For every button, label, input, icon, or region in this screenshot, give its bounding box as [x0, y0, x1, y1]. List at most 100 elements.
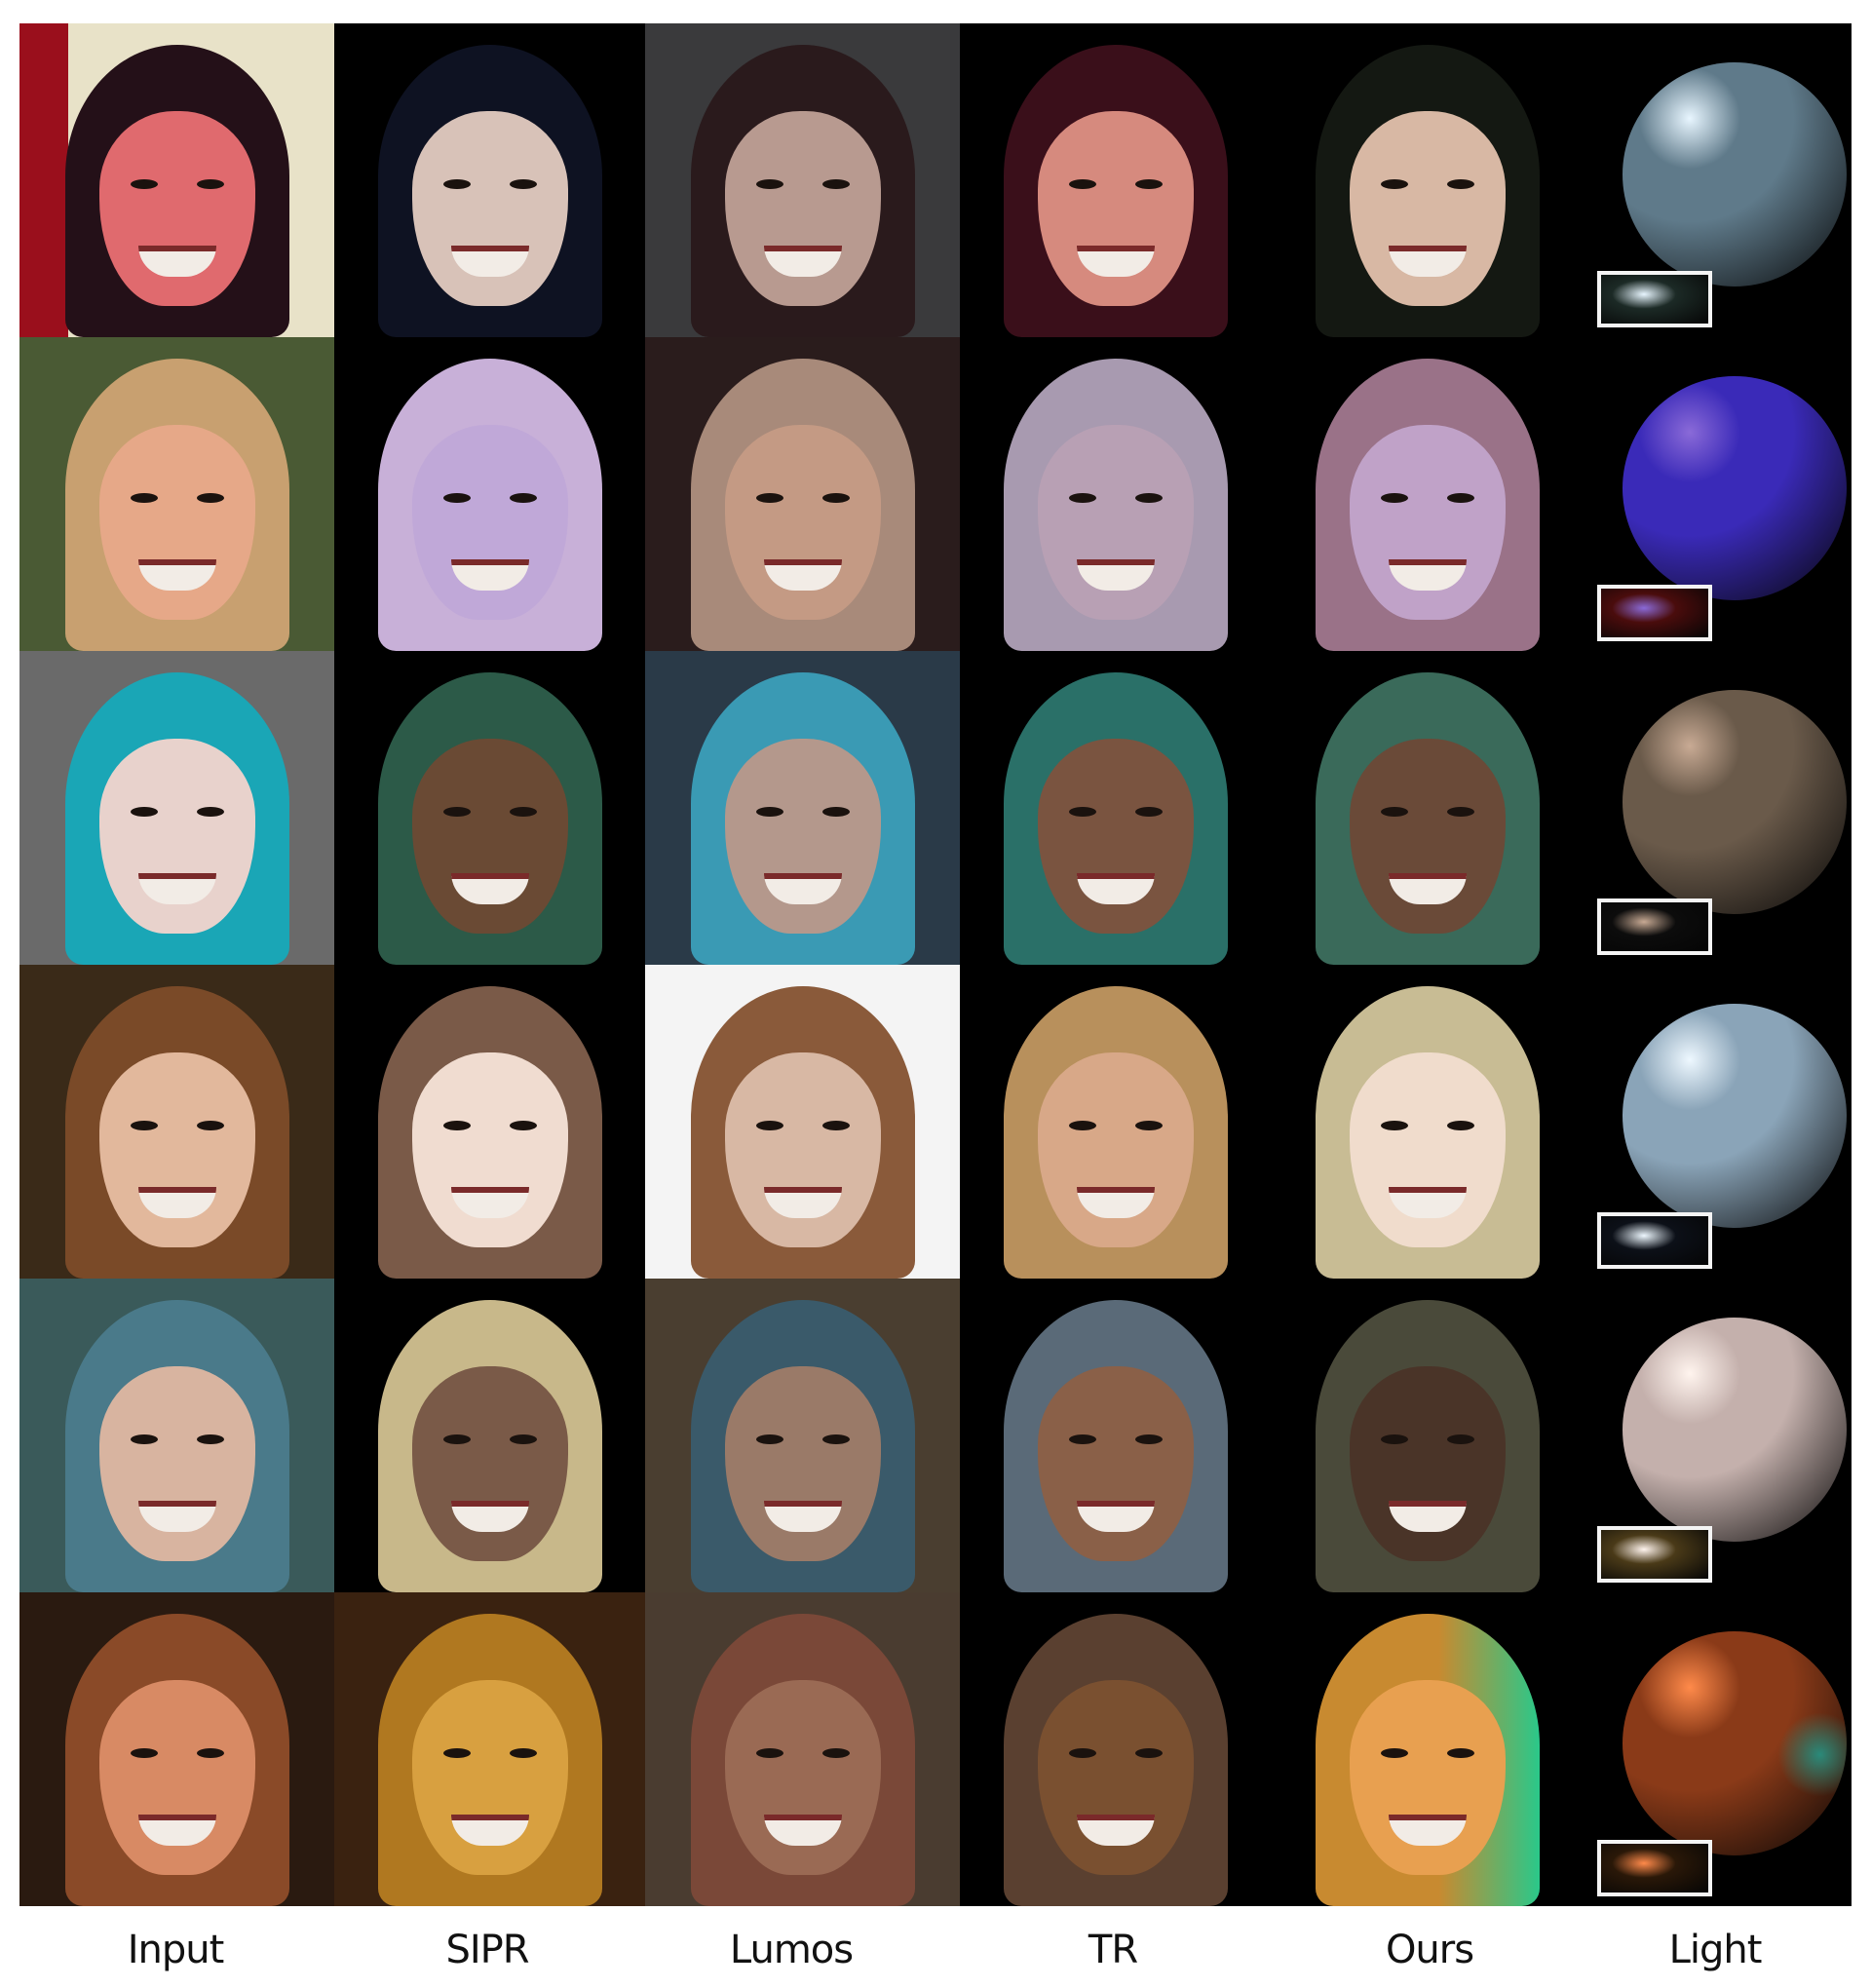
portrait-sipr-row-2: [334, 337, 645, 651]
lighting-sphere: [1623, 376, 1847, 600]
portrait-sipr-row-1: [334, 23, 645, 337]
portrait-tr-row-4: [960, 965, 1272, 1279]
face: [1038, 111, 1194, 306]
face: [1350, 1680, 1506, 1875]
face: [724, 1680, 881, 1875]
right-eye: [821, 1121, 850, 1130]
left-eye: [755, 807, 783, 817]
right-eye: [1135, 1748, 1163, 1758]
right-eye: [1447, 1434, 1474, 1444]
column-label-tr: TR: [1088, 1928, 1138, 1972]
column-label-sipr: SIPR: [445, 1928, 529, 1972]
light-probe-row-2: [1584, 337, 1852, 651]
left-eye: [130, 1434, 158, 1444]
left-eye: [1381, 1434, 1408, 1444]
face: [1038, 425, 1194, 620]
portrait-lumos-row-1: [645, 23, 960, 337]
portrait-sipr-row-5: [334, 1279, 645, 1592]
right-eye: [196, 179, 224, 189]
left-eye: [1381, 1748, 1408, 1758]
face: [1038, 1680, 1194, 1875]
figure-grid: [19, 23, 1852, 1906]
environment-map-inset: [1597, 1840, 1712, 1896]
portrait-ours-row-2: [1272, 337, 1584, 651]
right-eye: [821, 493, 850, 503]
column-label-ours: Ours: [1385, 1928, 1474, 1972]
face: [98, 1680, 255, 1875]
right-eye: [1135, 807, 1163, 817]
left-eye: [442, 1748, 471, 1758]
left-eye: [755, 179, 783, 189]
face: [411, 739, 568, 934]
right-eye: [1135, 493, 1163, 503]
portrait-tr-row-6: [960, 1592, 1272, 1906]
face: [724, 425, 881, 620]
background-accent: [19, 23, 68, 337]
face: [411, 111, 568, 306]
light-probe-row-3: [1584, 651, 1852, 965]
portrait-input-row-2: [19, 337, 334, 651]
face: [411, 1680, 568, 1875]
right-eye: [1447, 179, 1474, 189]
left-eye: [442, 807, 471, 817]
portrait-tr-row-2: [960, 337, 1272, 651]
left-eye: [755, 493, 783, 503]
portrait-input-row-1: [19, 23, 334, 337]
left-eye: [1069, 807, 1096, 817]
environment-map-inset: [1597, 271, 1712, 327]
face: [411, 1366, 568, 1561]
portrait-input-row-5: [19, 1279, 334, 1592]
portrait-ours-row-6: [1272, 1592, 1584, 1906]
right-eye: [821, 179, 850, 189]
face: [98, 1052, 255, 1247]
right-eye: [509, 1434, 537, 1444]
face: [1350, 739, 1506, 934]
portrait-lumos-row-3: [645, 651, 960, 965]
lighting-sphere: [1623, 1004, 1847, 1228]
right-eye: [1135, 1121, 1163, 1130]
right-eye: [196, 493, 224, 503]
face: [724, 1366, 881, 1561]
face: [411, 1052, 568, 1247]
lighting-sphere: [1623, 62, 1847, 287]
portrait-ours-row-4: [1272, 965, 1584, 1279]
face: [1038, 1052, 1194, 1247]
right-eye: [509, 1121, 537, 1130]
face: [1350, 111, 1506, 306]
light-probe-row-4: [1584, 965, 1852, 1279]
portrait-lumos-row-4: [645, 965, 960, 1279]
left-eye: [442, 1121, 471, 1130]
portrait-ours-row-1: [1272, 23, 1584, 337]
left-eye: [130, 1121, 158, 1130]
portrait-input-row-4: [19, 965, 334, 1279]
light-probe-row-5: [1584, 1279, 1852, 1592]
column-label-lumos: Lumos: [729, 1928, 854, 1972]
right-eye: [1135, 1434, 1163, 1444]
right-eye: [1447, 1748, 1474, 1758]
lighting-sphere: [1623, 690, 1847, 914]
portrait-tr-row-3: [960, 651, 1272, 965]
face: [724, 739, 881, 934]
face: [724, 1052, 881, 1247]
right-eye: [1447, 1121, 1474, 1130]
light-probe-row-6: [1584, 1592, 1852, 1906]
column-label-input: Input: [127, 1928, 225, 1972]
face: [1350, 1052, 1506, 1247]
left-eye: [130, 1748, 158, 1758]
left-eye: [130, 493, 158, 503]
face: [98, 1366, 255, 1561]
left-eye: [755, 1434, 783, 1444]
left-eye: [1381, 179, 1408, 189]
portrait-ours-row-5: [1272, 1279, 1584, 1592]
portrait-input-row-3: [19, 651, 334, 965]
left-eye: [442, 493, 471, 503]
left-eye: [1069, 1434, 1096, 1444]
left-eye: [1069, 1121, 1096, 1130]
face: [98, 425, 255, 620]
face: [1038, 739, 1194, 934]
portrait-ours-row-3: [1272, 651, 1584, 965]
right-eye: [196, 1434, 224, 1444]
right-eye: [196, 1748, 224, 1758]
right-eye: [821, 1748, 850, 1758]
left-eye: [442, 1434, 471, 1444]
